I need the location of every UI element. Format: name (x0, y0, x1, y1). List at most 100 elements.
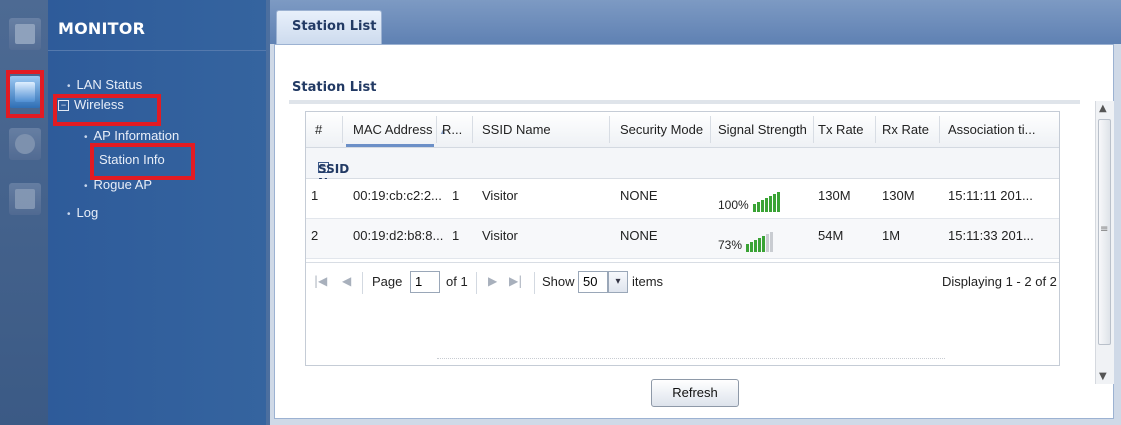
bullet-icon: • (84, 132, 88, 143)
sorted-column-indicator (346, 144, 434, 147)
signal-bar (756, 202, 760, 212)
pager-divider (362, 272, 363, 294)
panel-title-rule (289, 100, 1080, 104)
table-row[interactable]: 2 00:19:d2:b8:8... 1 Visitor NONE 73% 54… (306, 219, 1059, 259)
cell-ssid-name: Visitor (482, 188, 518, 203)
cell-tx-rate: 130M (818, 188, 851, 203)
pager-divider (534, 272, 535, 294)
signal-percent: 73% (718, 238, 743, 252)
cell-ssid-name: Visitor (482, 228, 518, 243)
scroll-up-icon[interactable]: ▲ (1099, 103, 1107, 114)
tab-strip: Station List (270, 0, 1121, 44)
nav-item-label: LAN Status (76, 77, 143, 92)
signal-bar (770, 232, 774, 252)
signal-bar (760, 200, 764, 212)
column-divider[interactable] (939, 116, 940, 143)
group-row-visitor[interactable]: −SSID Name: Visitor (2 Stations) (306, 148, 1059, 232)
next-page-icon[interactable]: ▶ (488, 274, 497, 288)
signal-bar (754, 240, 758, 252)
signal-bar (776, 192, 780, 212)
content-area: Station List Station List # MAC Address … (270, 0, 1121, 425)
column-header-signal-strength[interactable]: Signal Strength (718, 122, 807, 137)
column-header-rx-rate[interactable]: Rx Rate (882, 122, 929, 137)
column-divider[interactable] (342, 116, 343, 143)
bullet-icon: • (67, 81, 71, 92)
cell-mac-address: 00:19:cb:c2:2... (353, 188, 442, 203)
bullet-icon: • (67, 209, 71, 220)
first-page-icon[interactable]: |◀ (314, 274, 327, 288)
tab-station-list[interactable]: Station List (276, 10, 382, 44)
page-size-select[interactable]: 50 (578, 271, 608, 293)
cell-number: 2 (311, 228, 319, 243)
column-divider[interactable] (710, 116, 711, 143)
chevron-down-icon[interactable]: ▾ (608, 271, 628, 293)
nav-item-ap-information[interactable]: • AP Information (84, 128, 179, 143)
panel-title: Station List (292, 80, 377, 95)
scrollbar-thumb[interactable]: ≡ (1098, 119, 1111, 345)
station-grid: # MAC Address ▲ R... SSID Name Security … (305, 111, 1060, 366)
column-header-radio[interactable]: R... (442, 122, 462, 137)
nav-title: MONITOR (58, 19, 146, 38)
signal-bar (768, 196, 772, 212)
column-header-security-mode[interactable]: Security Mode (620, 122, 703, 137)
column-divider[interactable] (436, 116, 437, 143)
cell-security-mode: NONE (620, 188, 658, 203)
pager-divider (476, 272, 477, 294)
signal-bar (764, 198, 768, 212)
column-header-label: MAC Address (353, 122, 433, 137)
nav-item-lan-status[interactable]: • LAN Status (67, 77, 142, 92)
show-label: Show (542, 274, 575, 289)
cell-association-time: 15:11:11 201... (948, 188, 1033, 203)
pagination-toolbar: |◀ ◀ Page 1 of 1 ▶ ▶| Show 50 ▾ items Di… (306, 262, 1059, 303)
rail-maintenance-button[interactable] (9, 183, 41, 215)
signal-bar (752, 204, 756, 212)
nav-item-log[interactable]: • Log (67, 205, 98, 220)
cell-rx-rate: 1M (882, 228, 901, 243)
maintenance-icon (15, 189, 35, 209)
rail-dashboard-button[interactable] (9, 18, 41, 50)
cell-radio: 1 (452, 188, 460, 203)
column-divider[interactable] (472, 116, 473, 143)
cell-radio: 1 (452, 228, 460, 243)
rail-configuration-button[interactable] (9, 128, 41, 160)
signal-bar (766, 234, 770, 252)
signal-bar (762, 236, 766, 252)
column-divider[interactable] (813, 116, 814, 143)
cell-association-time: 15:11:33 201... (948, 228, 1034, 243)
column-header-tx-rate[interactable]: Tx Rate (818, 122, 864, 137)
nav-item-label: AP Information (93, 128, 180, 143)
dotted-divider (437, 358, 945, 359)
nav-item-label: Log (76, 205, 99, 220)
signal-bars-icon (746, 230, 774, 252)
app-icon-rail (0, 0, 49, 425)
station-list-panel: Station List # MAC Address ▲ R... SSID N… (274, 44, 1114, 419)
signal-percent: 100% (718, 198, 749, 212)
cell-tx-rate: 54M (818, 228, 844, 243)
column-header-mac-address[interactable]: MAC Address ▲ (353, 122, 447, 137)
items-label: items (632, 274, 664, 289)
cell-number: 1 (311, 188, 319, 203)
gear-icon (15, 134, 35, 154)
tab-label: Station List (292, 19, 377, 34)
page-count-label: of 1 (446, 274, 468, 289)
column-header-association-time[interactable]: Association ti... (948, 122, 1035, 137)
scroll-down-icon[interactable]: ▼ (1099, 371, 1107, 382)
bullet-icon: • (84, 181, 88, 192)
previous-page-icon[interactable]: ◀ (342, 274, 351, 288)
cell-signal-strength: 73% (718, 228, 774, 252)
table-row[interactable]: 1 00:19:cb:c2:2... 1 Visitor NONE 100% 1… (306, 179, 1059, 219)
vertical-scrollbar[interactable]: ▲ ≡ ▼ (1095, 101, 1114, 384)
last-page-icon[interactable]: ▶| (509, 274, 522, 288)
page-number-input[interactable]: 1 (410, 271, 440, 293)
column-header-number[interactable]: # (315, 122, 322, 137)
column-divider[interactable] (875, 116, 876, 143)
column-divider[interactable] (609, 116, 610, 143)
refresh-button[interactable]: Refresh (651, 379, 739, 407)
column-header-ssid-name[interactable]: SSID Name (482, 122, 551, 137)
cell-signal-strength: 100% (718, 188, 781, 212)
grid-header: # MAC Address ▲ R... SSID Name Security … (306, 112, 1059, 148)
page-label: Page (372, 274, 403, 289)
signal-bars-icon (752, 190, 781, 212)
cell-mac-address: 00:19:d2:b8:8... (353, 228, 444, 243)
highlight-wireless (53, 94, 161, 126)
